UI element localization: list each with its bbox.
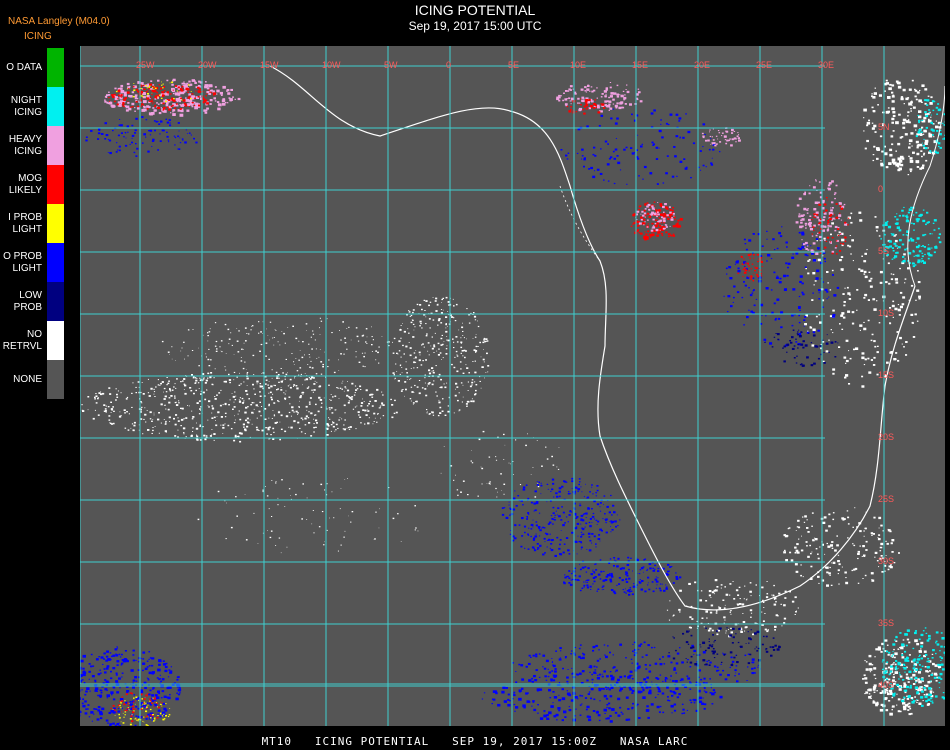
lat-label: 25S bbox=[878, 494, 894, 504]
footer-caption: MT10 ICING POTENTIAL SEP 19, 2017 15:00Z… bbox=[261, 735, 689, 748]
cloud-cluster bbox=[630, 201, 683, 241]
legend-item: HEAVY ICING bbox=[0, 126, 66, 165]
cloud-cluster bbox=[560, 108, 721, 185]
legend-item: I PROB LIGHT bbox=[0, 204, 66, 243]
legend-swatch bbox=[47, 321, 64, 360]
legend-label: NO RETRVL bbox=[2, 328, 42, 352]
legend-item: NIGHT ICING bbox=[0, 87, 66, 126]
product-label: ICING bbox=[24, 31, 52, 42]
legend-label: O DATA bbox=[6, 61, 42, 73]
lon-label: 25W bbox=[136, 60, 155, 70]
map-datetime: Sep 19, 2017 15:00 UTC bbox=[408, 19, 542, 33]
legend-item: O DATA bbox=[0, 48, 66, 87]
lat-label: 0 bbox=[878, 184, 883, 194]
legend-swatch bbox=[47, 48, 64, 87]
legend-swatch bbox=[47, 204, 64, 243]
cloud-cluster bbox=[795, 179, 848, 257]
legend-item: LOW PROB bbox=[0, 282, 66, 321]
lon-label: 0 bbox=[446, 60, 451, 70]
lat-label: 5S bbox=[878, 246, 889, 256]
legend-swatch bbox=[47, 360, 64, 399]
legend-label: LOW PROB bbox=[13, 289, 42, 313]
map-canvas: 25W 20W 15W 10W 5W 0 5E 10E 15E 20E 25E 30E 5N 0 5S 10S… bbox=[80, 46, 945, 726]
cloud-cluster bbox=[481, 671, 723, 723]
lat-label: 30S bbox=[878, 556, 894, 566]
lon-label: 20E bbox=[694, 60, 710, 70]
legend-label: MOG LIKELY bbox=[8, 172, 42, 196]
legend-item: NONE bbox=[0, 360, 66, 399]
cloud-cluster bbox=[862, 638, 942, 716]
legend-swatch bbox=[47, 165, 64, 204]
lon-label: 25E bbox=[756, 60, 772, 70]
cloud-cluster bbox=[764, 329, 839, 367]
lon-label: 10W bbox=[322, 60, 341, 70]
lat-label: 10S bbox=[878, 308, 894, 318]
legend-label: HEAVY ICING bbox=[8, 133, 42, 157]
lat-label: 15S bbox=[878, 370, 894, 380]
cloud-cluster bbox=[556, 82, 643, 113]
legend-swatch bbox=[47, 282, 64, 321]
color-legend: O DATA NIGHT ICING HEAVY ICING MOG LIKELY I PRO… bbox=[0, 48, 66, 399]
lon-label: 30E bbox=[818, 60, 834, 70]
legend-item: NO RETRVL bbox=[0, 321, 66, 360]
lon-label: 15E bbox=[632, 60, 648, 70]
cloud-cluster bbox=[81, 371, 398, 443]
legend-label: NONE bbox=[13, 373, 42, 385]
cloud-cluster bbox=[863, 79, 942, 176]
cloud-cluster bbox=[197, 478, 419, 554]
lon-label: 15W bbox=[260, 60, 279, 70]
lon-label: 10E bbox=[570, 60, 586, 70]
lat-label: 40S bbox=[878, 680, 894, 690]
coastline bbox=[269, 65, 916, 611]
legend-label: NIGHT ICING bbox=[10, 94, 42, 118]
legend-swatch bbox=[47, 126, 64, 165]
legend-label: O PROB LIGHT bbox=[3, 250, 42, 274]
legend-item: MOG LIKELY bbox=[0, 165, 66, 204]
cloud-cluster bbox=[783, 507, 900, 587]
cloud-cluster bbox=[668, 627, 781, 667]
legend-swatch bbox=[47, 243, 64, 282]
cloud-cluster bbox=[392, 296, 490, 417]
icing-map: 25W 20W 15W 10W 5W 0 5E 10E 15E 20E 25E 30E 5N 0 5S 10S… bbox=[80, 46, 945, 726]
lat-label: 35S bbox=[878, 618, 894, 628]
cloud-cluster bbox=[501, 477, 621, 557]
cloud-cluster bbox=[440, 430, 560, 498]
legend-swatch bbox=[47, 87, 64, 126]
cloud-cluster bbox=[701, 127, 741, 147]
cloud-cluster bbox=[85, 116, 198, 157]
lat-label: 5N bbox=[878, 122, 890, 132]
cloud-cluster bbox=[563, 556, 682, 596]
lon-label: 5W bbox=[384, 60, 398, 70]
cloud-cluster bbox=[161, 317, 390, 377]
legend-label: I PROB LIGHT bbox=[8, 211, 42, 235]
lon-label: 5E bbox=[508, 60, 519, 70]
lon-label: 20W bbox=[198, 60, 217, 70]
legend-item: O PROB LIGHT bbox=[0, 243, 66, 282]
map-title: ICING POTENTIAL bbox=[414, 2, 536, 18]
lat-label: 20S bbox=[878, 432, 894, 442]
